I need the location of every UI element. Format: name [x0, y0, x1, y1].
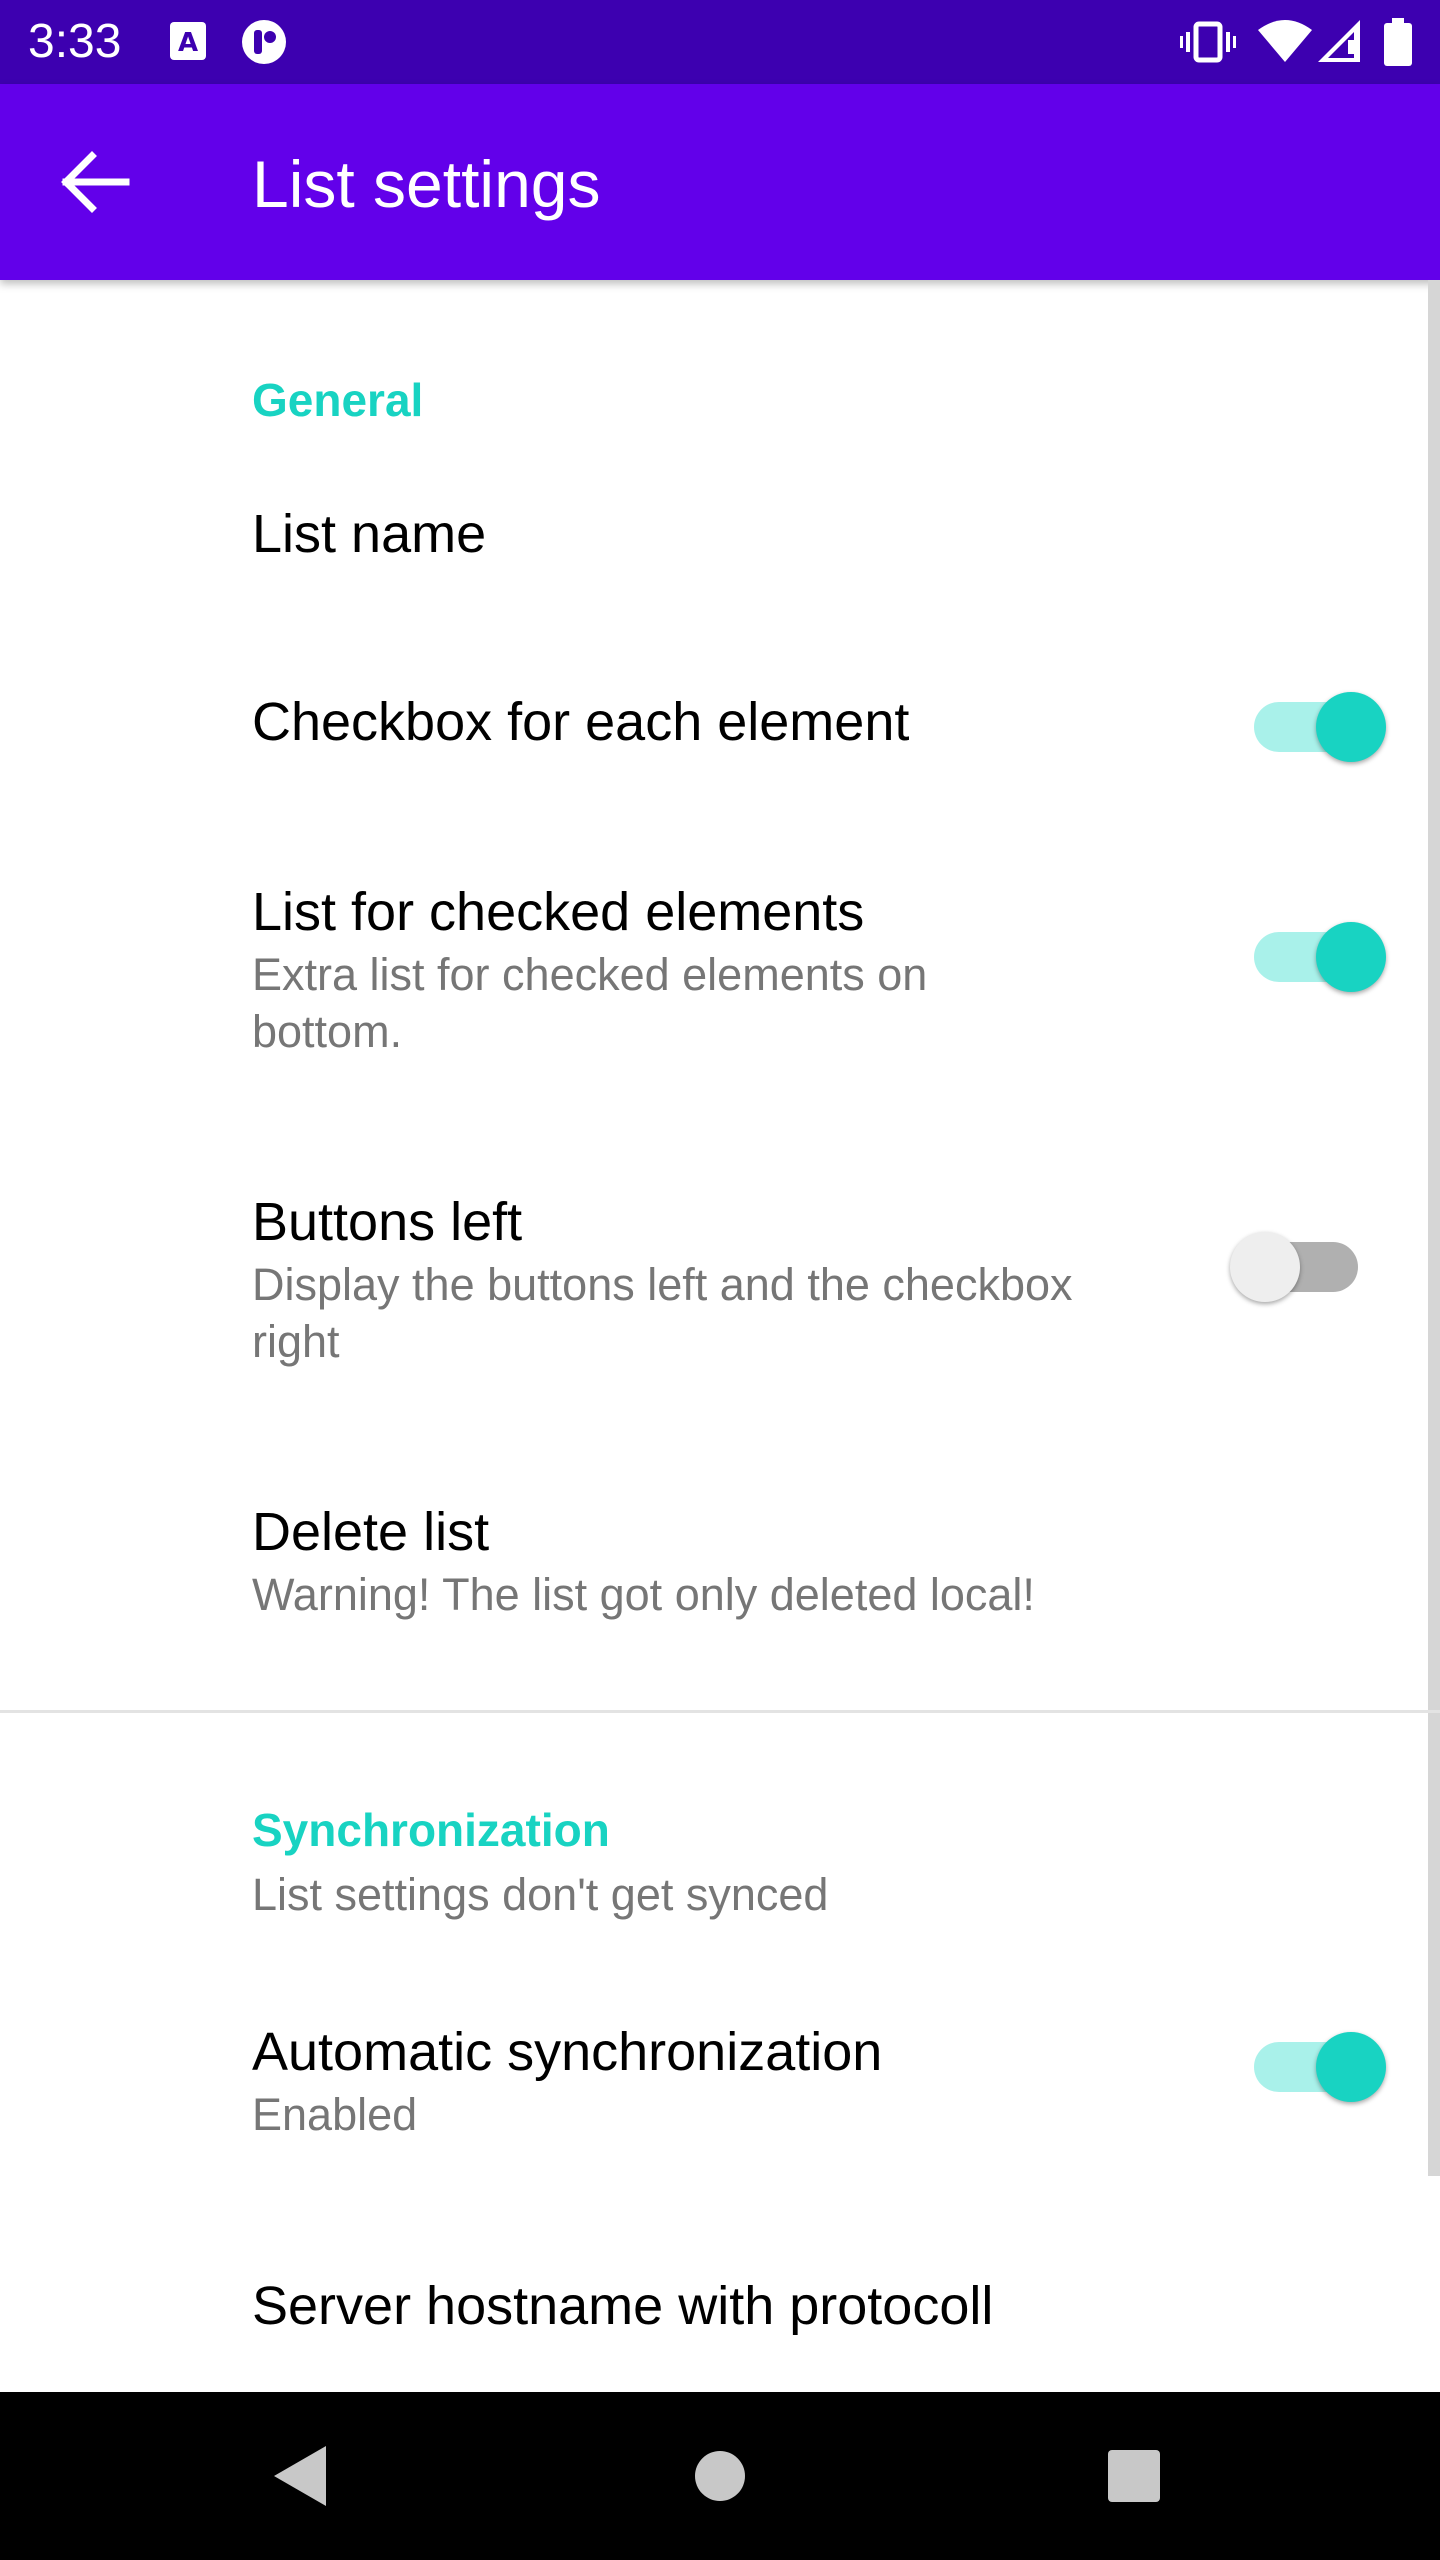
- app-bar: List settings: [0, 84, 1440, 280]
- nav-home-icon[interactable]: [694, 2450, 746, 2502]
- pref-checkbox-each-element[interactable]: Checkbox for each element: [0, 650, 1428, 800]
- nav-back-icon[interactable]: [270, 2444, 330, 2508]
- switch-thumb: [1230, 1232, 1300, 1302]
- vibrate-icon: [1180, 21, 1236, 63]
- scrollbar[interactable]: [1428, 280, 1440, 2176]
- pref-title: List for checked elements: [252, 882, 865, 942]
- category-general-title: General: [252, 374, 424, 426]
- pref-title: Delete list: [252, 1502, 490, 1562]
- toggle-switch[interactable]: [1254, 2020, 1386, 2102]
- page-title: List settings: [252, 147, 601, 221]
- pref-summary: right: [252, 1316, 340, 1367]
- pref-title: Server hostname with protocoll: [252, 2276, 994, 2336]
- settings-list[interactable]: General List name Checkbox for each elem…: [0, 280, 1440, 2392]
- toggle-switch[interactable]: [1254, 680, 1386, 762]
- nav-recents-icon[interactable]: [1108, 2450, 1160, 2502]
- pref-auto-sync[interactable]: Automatic synchronization Enabled: [0, 2020, 1428, 2190]
- pref-delete-list[interactable]: Delete list Warning! The list got only d…: [0, 1500, 1428, 1660]
- pref-summary: bottom.: [252, 1006, 403, 1057]
- pref-summary: Warning! The list got only deleted local…: [252, 1569, 1035, 1620]
- category-sync-title: Synchronization: [252, 1804, 610, 1856]
- pref-checked-elements-list[interactable]: List for checked elements Extra list for…: [0, 880, 1428, 1100]
- pref-buttons-left[interactable]: Buttons left Display the buttons left an…: [0, 1190, 1428, 1410]
- switch-thumb: [1316, 922, 1386, 992]
- section-divider: [0, 1710, 1440, 1713]
- wifi-icon: [1258, 20, 1312, 62]
- pref-summary: Extra list for checked elements on: [252, 949, 928, 1000]
- a-badge-icon: A: [170, 22, 206, 60]
- signal-icon: [1318, 20, 1360, 62]
- pref-list-name[interactable]: List name: [0, 460, 1428, 610]
- arrow-back-icon[interactable]: [60, 150, 132, 214]
- circle-app-icon: [242, 20, 286, 64]
- switch-thumb: [1316, 692, 1386, 762]
- pref-summary: Display the buttons left and the checkbo…: [252, 1259, 1073, 1310]
- switch-thumb: [1316, 2032, 1386, 2102]
- pref-summary: Enabled: [252, 2089, 418, 2140]
- pref-title: Automatic synchronization: [252, 2022, 883, 2082]
- toggle-switch[interactable]: [1230, 1220, 1358, 1302]
- pref-title: List name: [252, 504, 487, 564]
- svg-text:A: A: [178, 28, 198, 58]
- pref-title: Checkbox for each element: [252, 692, 910, 752]
- category-sync-summary: List settings don't get synced: [252, 1869, 829, 1920]
- pref-server-hostname[interactable]: Server hostname with protocoll: [0, 2270, 1428, 2392]
- navigation-bar: [0, 2392, 1440, 2560]
- toggle-switch[interactable]: [1254, 910, 1386, 992]
- battery-icon: [1384, 18, 1412, 66]
- status-bar: 3:33 A: [0, 0, 1440, 84]
- status-time: 3:33: [28, 15, 122, 68]
- pref-title: Buttons left: [252, 1192, 523, 1252]
